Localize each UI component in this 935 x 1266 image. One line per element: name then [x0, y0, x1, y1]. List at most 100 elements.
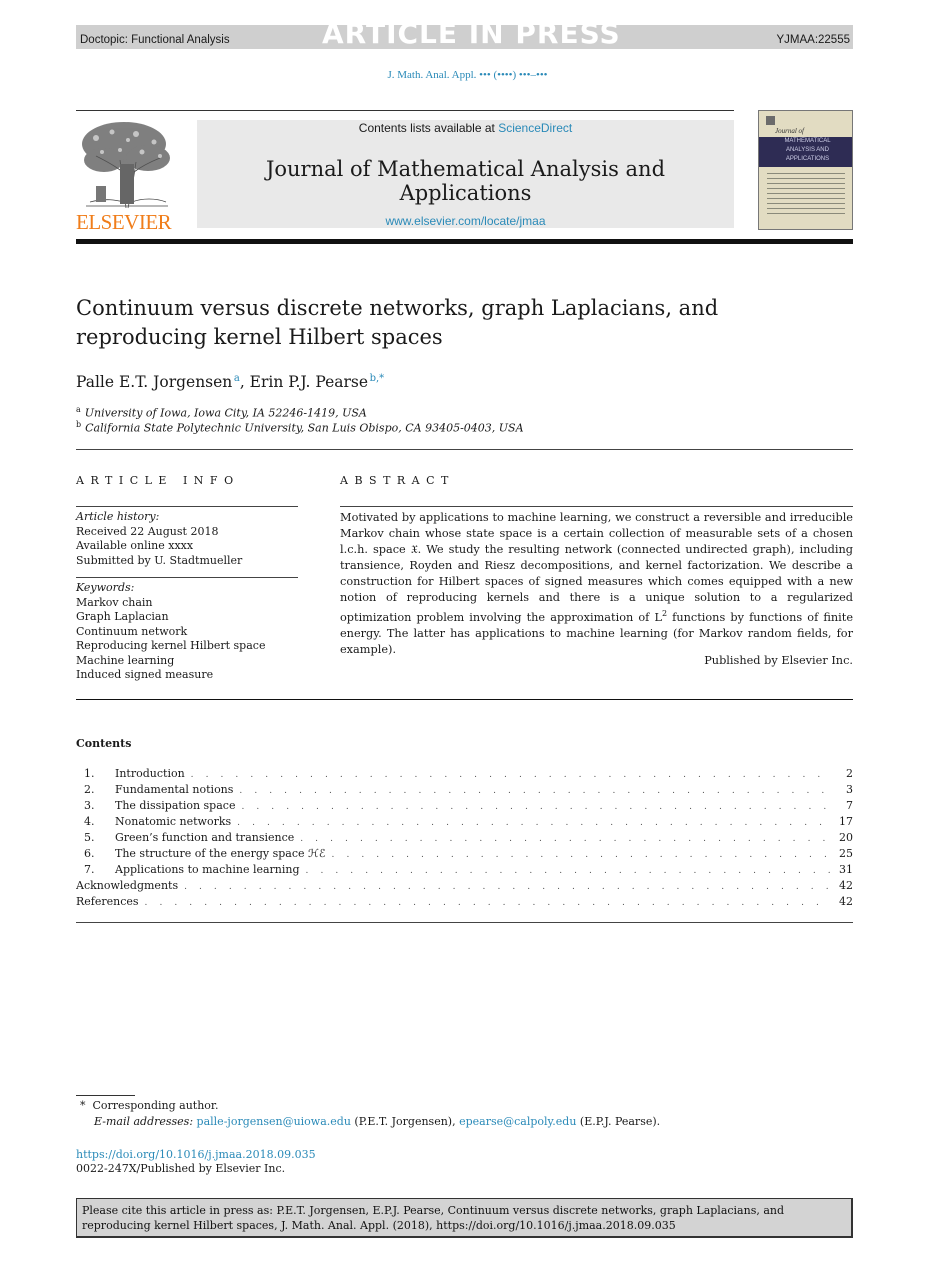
corresponding-text: Corresponding author. — [92, 1099, 219, 1112]
article-info-rule — [76, 506, 298, 507]
contents-available-text: Contents lists available at — [358, 121, 499, 135]
toc-entry[interactable]: 3. The dissipation space . . . . . . . . … — [76, 799, 853, 815]
citation-box: Please cite this article in press as: P.… — [76, 1198, 853, 1238]
toc-entry-page[interactable]: 42 — [831, 895, 853, 908]
paper-title-line: Continuum versus discrete networks, grap… — [76, 296, 719, 320]
article-status-label: ARTICLE IN PRESS — [322, 17, 621, 50]
keyword: Continuum network — [76, 624, 188, 638]
toc-entry[interactable]: 7. Applications to machine learning . . .… — [76, 863, 853, 879]
toc-entry-number: 3. — [84, 799, 95, 812]
toc-entry-number: 1. — [84, 767, 95, 780]
affiliation: b California State Polytechnic University… — [76, 420, 524, 435]
header-divider — [76, 449, 853, 450]
toc-dot-leader: . . . . . . . . . . . . . . . . . . . . … — [237, 818, 831, 828]
masthead-bottom-rule — [76, 239, 853, 244]
contents-heading: Contents — [76, 737, 132, 750]
author-list: Palle E.T. Jorgensen a, Erin P.J. Pearse… — [76, 373, 384, 391]
published-by: Published by Elsevier Inc. — [704, 654, 853, 667]
toc-entry[interactable]: 2. Fundamental notions . . . . . . . . . … — [76, 783, 853, 799]
toc-dot-leader: . . . . . . . . . . . . . . . . . . . . … — [305, 866, 831, 876]
cover-title-line: MATHEMATICAL — [784, 138, 831, 144]
journal-cover-thumbnail: Journal of MATHEMATICAL ANALYSIS AND APP… — [758, 110, 853, 230]
corresponding-author-note: * Corresponding author. — [80, 1099, 218, 1112]
contents-bottom-divider — [76, 922, 853, 923]
toc-entry[interactable]: Acknowledgments . . . . . . . . . . . . … — [76, 879, 853, 895]
toc-entry-title[interactable]: References — [76, 895, 145, 908]
journal-url-link[interactable]: www.elsevier.com/locate/jmaa — [197, 214, 734, 228]
email-link[interactable]: epearse@calpoly.edu — [459, 1115, 576, 1128]
toc-entry[interactable]: 4. Nonatomic networks . . . . . . . . . .… — [76, 815, 853, 831]
paper-title-line: reproducing kernel Hilbert spaces — [76, 325, 443, 349]
author-separator: , — [239, 373, 250, 392]
contents-available-line: Contents lists available at ScienceDirec… — [197, 121, 734, 135]
email-link[interactable]: palle-jorgensen@uiowa.edu — [197, 1115, 351, 1128]
toc-entry-title[interactable]: The dissipation space — [115, 799, 241, 812]
toc-entry-page[interactable]: 42 — [831, 879, 853, 892]
toc-entry-number: 6. — [84, 847, 95, 860]
toc-entry-title[interactable]: Fundamental notions — [115, 783, 239, 796]
toc-entry-title[interactable]: Applications to machine learning — [115, 863, 306, 876]
toc-dot-leader: . . . . . . . . . . . . . . . . . . . . … — [190, 770, 831, 780]
toc-entry[interactable]: 5. Green’s function and transience . . . … — [76, 831, 853, 847]
abstract-heading: ABSTRACT — [340, 474, 455, 487]
cover-title: MATHEMATICAL ANALYSIS AND APPLICATIONS — [765, 137, 850, 164]
keyword: Graph Laplacian — [76, 610, 169, 623]
toc-entry[interactable]: 1. Introduction . . . . . . . . . . . . .… — [76, 767, 853, 783]
elsevier-logo-text: ELSEVIER — [76, 210, 172, 234]
author-name[interactable]: Palle E.T. Jorgensen — [76, 373, 232, 391]
email-addresses-note: E-mail addresses: palle-jorgensen@uiowa.… — [94, 1115, 660, 1128]
affiliation-text: California State Polytechnic University,… — [85, 421, 524, 435]
abstract-rule — [340, 506, 853, 507]
doi-link[interactable]: https://doi.org/10.1016/j.jmaa.2018.09.0… — [76, 1148, 316, 1161]
cover-publisher-icon — [766, 116, 775, 125]
affiliation-text: University of Iowa, Iowa City, IA 52246-… — [84, 406, 367, 420]
keyword: Reproducing kernel Hilbert space — [76, 639, 266, 652]
keyword: Induced signed measure — [76, 668, 214, 681]
email-owner: (E.P.J. Pearse). — [576, 1115, 661, 1128]
issn-line: 0022-247X/Published by Elsevier Inc. — [76, 1162, 286, 1175]
toc-entry-page[interactable]: 2 — [831, 767, 853, 780]
history-item: Submitted by U. Stadtmueller — [76, 553, 243, 567]
toc-entry-page[interactable]: 7 — [831, 799, 853, 812]
affiliation: a University of Iowa, Iowa City, IA 52246… — [76, 405, 367, 420]
toc-entry-page[interactable]: 31 — [831, 863, 853, 876]
toc-entry-title[interactable]: Nonatomic networks — [115, 815, 237, 828]
toc-entry-page[interactable]: 3 — [831, 783, 853, 796]
toc-dot-leader: . . . . . . . . . . . . . . . . . . . . … — [331, 850, 831, 860]
toc-entry[interactable]: References . . . . . . . . . . . . . . .… — [76, 895, 853, 911]
sciencedirect-link[interactable]: ScienceDirect — [498, 121, 572, 135]
paper-title: Continuum versus discrete networks, grap… — [76, 294, 776, 352]
keyword: Machine learning — [76, 653, 175, 667]
email-label: E-mail addresses: — [94, 1115, 194, 1128]
toc-entry-number: 5. — [84, 831, 95, 844]
journal-title: Journal of Mathematical Analysis and App… — [265, 157, 666, 205]
abstract-bottom-divider — [76, 699, 853, 700]
cover-title-line: APPLICATIONS — [785, 156, 830, 162]
toc-entry-title[interactable]: Acknowledgments — [76, 879, 184, 892]
toc-dot-leader: . . . . . . . . . . . . . . . . . . . . … — [241, 802, 831, 812]
masthead-top-rule — [76, 110, 734, 111]
affiliation-marker[interactable]: b,* — [370, 373, 385, 384]
toc-entry[interactable]: 6. The structure of the energy space ℋℰ .… — [76, 847, 853, 863]
toc-entry-title[interactable]: The structure of the energy space ℋℰ — [115, 847, 332, 860]
toc-entry-page[interactable]: 25 — [831, 847, 853, 860]
journal-reference: J. Math. Anal. Appl. ••• (••••) •••–••• — [387, 69, 548, 81]
corresponding-mark: * — [80, 1099, 86, 1112]
cover-title-line: ANALYSIS AND — [786, 147, 829, 153]
toc-dot-leader: . . . . . . . . . . . . . . . . . . . . … — [300, 834, 831, 844]
abstract-text: Motivated by applications to machine lea… — [340, 510, 853, 658]
abstract-body: Motivated by applications to machine lea… — [340, 511, 853, 624]
toc-entry-page[interactable]: 20 — [831, 831, 853, 844]
keywords-label: Keywords: — [76, 581, 135, 594]
author-name[interactable]: Erin P.J. Pearse — [250, 373, 368, 391]
history-item: Available online xxxx — [76, 539, 194, 552]
toc-entry-title[interactable]: Introduction — [115, 767, 191, 780]
article-info-heading: ARTICLE INFO — [76, 474, 240, 487]
article-history: Article history: Received 22 August 2018… — [76, 510, 298, 568]
toc-dot-leader: . . . . . . . . . . . . . . . . . . . . … — [144, 898, 831, 908]
toc-entry-title[interactable]: Green’s function and transience — [115, 831, 300, 844]
keywords-rule — [76, 577, 298, 578]
toc-entry-page[interactable]: 17 — [831, 815, 853, 828]
history-item: Received 22 August 2018 — [76, 524, 219, 538]
toc-entry-number: 4. — [84, 815, 95, 828]
